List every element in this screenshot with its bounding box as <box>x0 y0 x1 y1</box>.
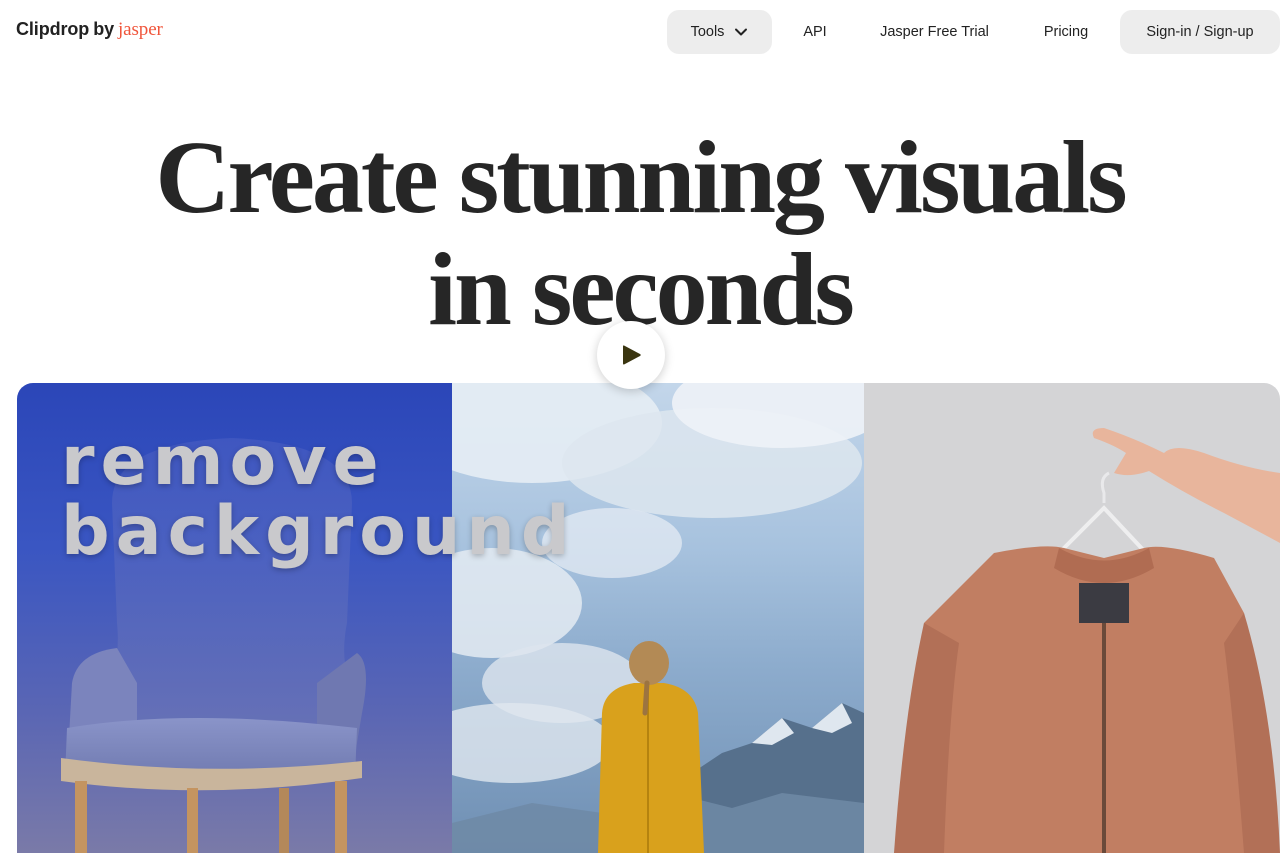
clipdrop-logo[interactable]: Clipdrop by jasper <box>16 19 163 41</box>
play-video-button[interactable] <box>597 321 665 389</box>
hero-video-preview[interactable]: remove background <box>17 383 1280 853</box>
play-icon <box>623 345 641 365</box>
headline-line-1: Create stunning visuals <box>155 120 1127 235</box>
logo-jasper-text: jasper <box>118 19 163 40</box>
signin-label: Sign-in / Sign-up <box>1146 24 1254 40</box>
api-link[interactable]: API <box>790 10 840 54</box>
logo-main-text: Clipdrop <box>16 19 90 39</box>
overlay-line-1: remove <box>61 422 385 501</box>
jasper-free-trial-link[interactable]: Jasper Free Trial <box>866 10 1003 54</box>
trial-label: Jasper Free Trial <box>880 24 989 40</box>
tools-menu-button[interactable]: Tools <box>667 10 772 54</box>
hero-headline: Create stunning visuals in seconds <box>0 122 1280 346</box>
pricing-label: Pricing <box>1043 24 1089 40</box>
api-label: API <box>803 24 827 40</box>
top-nav-bar: Clipdrop by jasper Tools API Jasper Free T… <box>0 0 1280 64</box>
overlay-line-2: background <box>61 492 576 571</box>
jacket-image-panel <box>864 383 1280 853</box>
chevron-down-icon <box>735 28 748 36</box>
pricing-link[interactable]: Pricing <box>1030 10 1102 54</box>
tools-label: Tools <box>690 24 725 40</box>
jacket-illustration <box>894 428 1280 853</box>
signin-signup-button[interactable]: Sign-in / Sign-up <box>1120 10 1280 54</box>
logo-by-text: by <box>93 19 114 39</box>
remove-background-overlay-text: remove background <box>61 427 576 567</box>
